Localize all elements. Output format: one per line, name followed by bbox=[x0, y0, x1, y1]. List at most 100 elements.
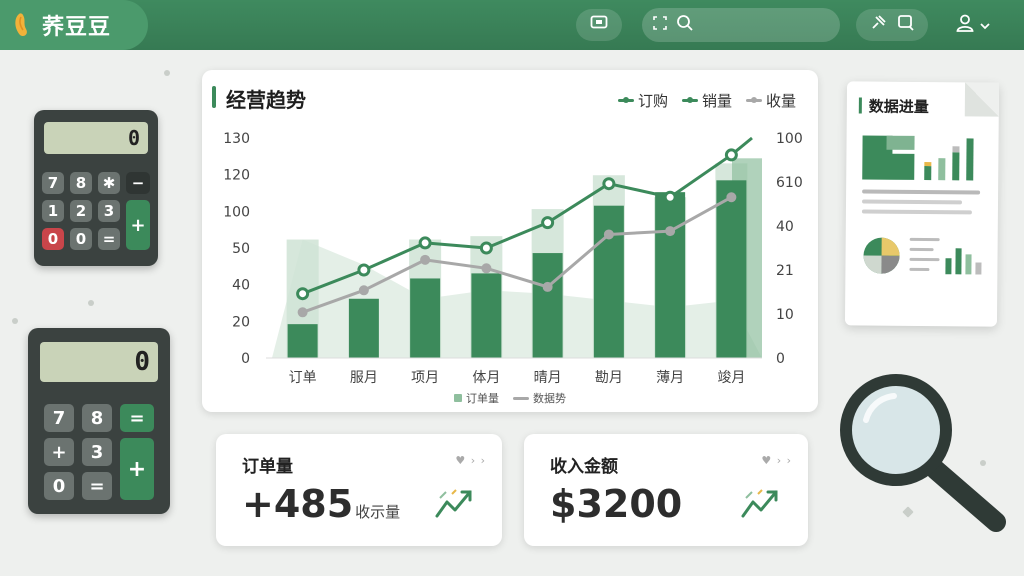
legend-item[interactable]: 数据势 bbox=[513, 390, 566, 406]
calc-key[interactable]: + bbox=[44, 438, 74, 466]
y-right-tick-label: 100 bbox=[776, 131, 803, 147]
calc-key[interactable]: 7 bbox=[42, 172, 64, 194]
calc-key[interactable]: 0 bbox=[42, 228, 64, 250]
legend-item[interactable]: 订单量 bbox=[454, 390, 499, 406]
decor-dot bbox=[164, 70, 170, 76]
stat-label: 收入金额 bbox=[550, 457, 618, 477]
point-gray bbox=[726, 192, 737, 203]
bar bbox=[716, 180, 747, 358]
point-green bbox=[541, 216, 555, 230]
brand[interactable]: 荞豆豆 bbox=[0, 0, 148, 50]
y-right-tick-label: 40 bbox=[776, 219, 794, 235]
y-right-tick-label: 21 bbox=[776, 263, 794, 279]
point-green bbox=[418, 236, 432, 250]
stat-value: +485 收示量 bbox=[242, 482, 401, 526]
stat-unit: 收示量 bbox=[355, 503, 401, 521]
point-green bbox=[602, 177, 616, 191]
stat-value: $3200 bbox=[550, 482, 683, 526]
x-tick-label: 竣月 bbox=[717, 370, 745, 386]
more-icon[interactable]: ♥ › › bbox=[455, 454, 486, 467]
report-graphics bbox=[861, 135, 982, 275]
stat-label: 订单量 bbox=[242, 457, 293, 477]
trend-chart: 0 20 40 50 100 120 130 0 10 21 40 610 100 订单 服月 项月 体月 晴月 勘… bbox=[223, 131, 803, 386]
search-input[interactable] bbox=[702, 17, 832, 33]
calculator-top: 0 7 8 ✱ − 1 2 3 + 0 0 = bbox=[34, 110, 158, 266]
bar bbox=[593, 205, 624, 358]
x-tick-label: 勘月 bbox=[595, 370, 623, 386]
stat-card-orders[interactable]: 订单量 ♥ › › +485 收示量 bbox=[216, 434, 502, 546]
screen-button[interactable] bbox=[576, 9, 622, 41]
brand-name: 荞豆豆 bbox=[42, 15, 112, 40]
calc-key[interactable]: 0 bbox=[70, 228, 92, 250]
trend-chart-card: 经营趋势 订购 销量 收量 0 20 40 50 100 120 130 0 10 21 40 610… bbox=[202, 70, 818, 412]
y-right-tick-label: 0 bbox=[776, 351, 785, 367]
stat-card-revenue[interactable]: 收入金额 ♥ › › $3200 bbox=[524, 434, 808, 546]
user-menu-button[interactable] bbox=[946, 9, 1000, 41]
y-left-tick-label: 0 bbox=[241, 351, 250, 367]
point-gray bbox=[665, 226, 676, 237]
x-tick-label: 服月 bbox=[350, 370, 378, 386]
point-gray bbox=[603, 229, 614, 240]
point-gray bbox=[542, 281, 553, 292]
trend-up-icon bbox=[740, 486, 782, 526]
search-bar[interactable] bbox=[642, 8, 840, 42]
point-green bbox=[663, 190, 677, 204]
calc-key[interactable]: − bbox=[126, 172, 150, 194]
point-green bbox=[479, 241, 493, 255]
tools-button[interactable] bbox=[856, 9, 928, 41]
bar bbox=[655, 192, 686, 358]
message-icon bbox=[897, 14, 915, 36]
x-tick-label: 薄月 bbox=[656, 370, 684, 386]
search-icon bbox=[676, 14, 694, 36]
calculator-display: 0 bbox=[44, 122, 148, 154]
calc-key[interactable]: 2 bbox=[70, 200, 92, 222]
report-document[interactable]: 数据进量 bbox=[844, 81, 1000, 327]
calc-key[interactable]: ✱ bbox=[98, 172, 120, 194]
calc-key[interactable]: 3 bbox=[98, 200, 120, 222]
decor-dot bbox=[88, 300, 94, 306]
bar bbox=[348, 298, 379, 358]
chart-legend-bottom: 订单量 数据势 bbox=[202, 390, 818, 406]
x-tick-label: 体月 bbox=[472, 370, 500, 386]
magnifier-icon bbox=[838, 372, 1008, 546]
calc-key[interactable]: = bbox=[82, 472, 112, 500]
screen-icon bbox=[590, 15, 608, 35]
point-green bbox=[296, 287, 310, 301]
point-gray bbox=[420, 254, 431, 265]
calc-key[interactable]: 3 bbox=[82, 438, 112, 466]
trend-up-icon bbox=[434, 486, 476, 526]
y-left-tick-label: 130 bbox=[223, 131, 250, 147]
bar bbox=[532, 253, 563, 358]
calc-key[interactable]: = bbox=[98, 228, 120, 250]
y-left-tick-label: 20 bbox=[232, 314, 250, 330]
x-tick-label: 订单 bbox=[289, 370, 317, 386]
calc-key[interactable]: 0 bbox=[44, 472, 74, 500]
bar bbox=[471, 273, 502, 358]
calc-key[interactable]: 7 bbox=[44, 404, 74, 432]
more-icon[interactable]: ♥ › › bbox=[761, 454, 792, 467]
top-bar: 荞豆豆 bbox=[0, 0, 1024, 50]
calculator-display: 0 bbox=[40, 342, 158, 382]
y-right-tick-label: 10 bbox=[776, 307, 794, 323]
user-avatar-icon bbox=[955, 13, 975, 37]
point-gray bbox=[481, 263, 492, 274]
x-tick-label: 项月 bbox=[411, 370, 439, 386]
background-area bbox=[272, 239, 762, 358]
pin-icon bbox=[869, 14, 887, 36]
y-left-tick-label: 120 bbox=[223, 168, 250, 184]
calc-key[interactable]: 8 bbox=[82, 404, 112, 432]
decor-dot bbox=[12, 318, 18, 324]
calc-key[interactable]: 1 bbox=[42, 200, 64, 222]
y-left-tick-label: 40 bbox=[232, 278, 250, 294]
chevron-down-icon bbox=[979, 16, 991, 35]
point-green bbox=[357, 263, 371, 277]
bar bbox=[410, 278, 441, 358]
calc-key[interactable]: + bbox=[126, 200, 150, 250]
y-left-tick-label: 50 bbox=[232, 241, 250, 257]
point-gray bbox=[297, 307, 308, 318]
calc-key[interactable]: 8 bbox=[70, 172, 92, 194]
point-green bbox=[724, 148, 738, 162]
calc-key[interactable]: + bbox=[120, 438, 154, 500]
x-tick-label: 晴月 bbox=[534, 370, 562, 386]
calc-key[interactable]: = bbox=[120, 404, 154, 432]
